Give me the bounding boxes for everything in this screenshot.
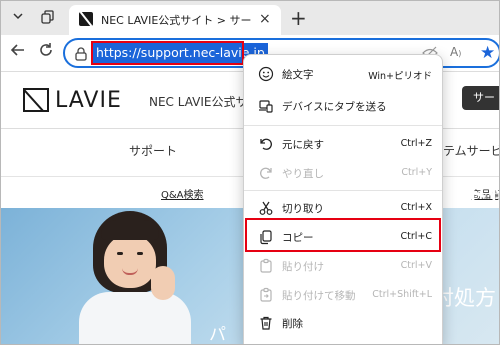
delete-icon [258, 315, 274, 331]
menu-item-redo[interactable]: やり直し Ctrl+Y [248, 158, 438, 188]
send-to-device-icon [258, 98, 274, 114]
menu-item-undo[interactable]: 元に戻す Ctrl+Z [248, 129, 438, 159]
context-menu: 絵文字 Win+ピリオド デバイスにタブを送る 元に戻す Ctrl+Z やり直し… [243, 54, 443, 344]
undo-icon [258, 136, 274, 152]
read-aloud-icon[interactable]: A) [450, 45, 461, 59]
emoji-icon [258, 66, 274, 82]
nav-support-link[interactable]: サポート [129, 142, 177, 159]
menu-item-send-to-device[interactable]: デバイスにタブを送る [248, 91, 438, 121]
active-tab[interactable]: NEC LAVIE公式サイト > サービス＆サポート × [69, 5, 281, 35]
lavie-logo-icon[interactable] [23, 88, 49, 112]
new-tab-button[interactable]: + [290, 6, 307, 30]
url-highlight-box [91, 41, 244, 65]
paste-icon [258, 258, 274, 274]
tab-bar: NEC LAVIE公式サイト > サービス＆サポート × + [1, 1, 499, 35]
menu-separator [244, 125, 442, 126]
hero-headline: ート情 [437, 182, 499, 212]
site-favicon-icon [79, 12, 93, 26]
qa-search-link[interactable]: Q&A検索 [161, 186, 204, 201]
chevron-down-icon[interactable] [9, 9, 27, 27]
browser-window: NEC LAVIE公式サイト > サービス＆サポート × + https://s… [0, 0, 500, 345]
cut-icon [258, 200, 274, 216]
menu-item-paste[interactable]: 貼り付け Ctrl+V [248, 251, 438, 281]
back-icon[interactable] [7, 41, 29, 63]
favorite-star-icon[interactable]: ★ [480, 43, 495, 63]
tab-title: NEC LAVIE公式サイト > サービス＆サポート [101, 14, 251, 27]
menu-item-delete[interactable]: 削除 [248, 308, 438, 338]
lock-icon[interactable] [73, 46, 89, 62]
copy-highlight-box [245, 218, 441, 252]
paste-go-icon [258, 287, 274, 303]
close-tab-icon[interactable]: × [259, 11, 271, 27]
logo-text[interactable]: LAVIE [55, 88, 122, 113]
tab-actions-icon[interactable] [39, 9, 57, 27]
redo-icon [258, 165, 274, 181]
header-button[interactable]: サー [462, 86, 499, 110]
refresh-icon[interactable] [35, 41, 57, 63]
menu-item-emoji[interactable]: 絵文字 Win+ピリオド [248, 59, 438, 89]
menu-item-paste-go[interactable]: 貼り付けて移動 Ctrl+Shift+L [248, 280, 438, 310]
menu-separator [244, 190, 442, 191]
hero-fragment: パ [209, 325, 226, 345]
